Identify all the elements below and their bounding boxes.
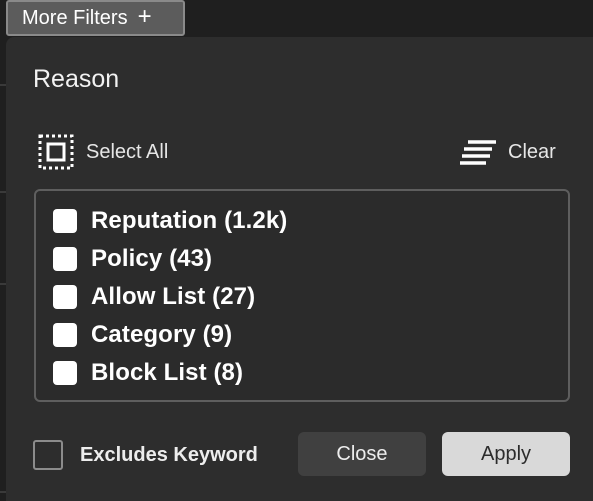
reason-item-category[interactable]: Category (9) xyxy=(53,320,232,350)
select-all-icon xyxy=(38,134,74,170)
excludes-keyword-toggle[interactable]: Excludes Keyword xyxy=(33,440,258,470)
reason-item-policy[interactable]: Policy (43) xyxy=(53,244,212,274)
clear-label: Clear xyxy=(508,140,556,163)
excludes-keyword-checkbox[interactable] xyxy=(33,440,63,470)
reason-item-label: Category (9) xyxy=(91,321,233,348)
reason-item-label: Reputation (1.2k) xyxy=(91,207,288,234)
reason-item-reputation[interactable]: Reputation (1.2k) xyxy=(53,206,287,236)
filter-screen: More Filters + Reason Select All Clear R… xyxy=(0,0,593,501)
apply-button[interactable]: Apply xyxy=(442,432,570,476)
clear-lines-icon xyxy=(460,140,496,165)
clear-button[interactable]: Clear xyxy=(460,136,556,168)
select-all-button[interactable]: Select All xyxy=(38,134,168,170)
reason-item-allow-list[interactable]: Allow List (27) xyxy=(53,282,255,312)
excludes-keyword-label: Excludes Keyword xyxy=(80,443,258,466)
reason-item-block-list[interactable]: Block List (8) xyxy=(53,358,243,388)
more-filters-button[interactable]: More Filters + xyxy=(6,0,185,36)
reason-list: Reputation (1.2k) Policy (43) Allow List… xyxy=(34,189,570,402)
checkbox[interactable] xyxy=(53,361,77,385)
reason-item-label: Block List (8) xyxy=(91,359,244,386)
checkbox[interactable] xyxy=(53,247,77,271)
close-button[interactable]: Close xyxy=(298,432,426,476)
panel-title: Reason xyxy=(33,65,120,93)
checkbox[interactable] xyxy=(53,323,77,347)
more-filters-label: More Filters xyxy=(22,6,128,29)
select-all-label: Select All xyxy=(86,140,169,163)
filter-panel: Reason Select All Clear Reputation (1.2k… xyxy=(6,37,593,501)
checkbox[interactable] xyxy=(53,285,77,309)
reason-item-label: Policy (43) xyxy=(91,245,213,272)
checkbox[interactable] xyxy=(53,209,77,233)
reason-item-label: Allow List (27) xyxy=(91,283,256,310)
plus-icon: + xyxy=(137,3,152,30)
